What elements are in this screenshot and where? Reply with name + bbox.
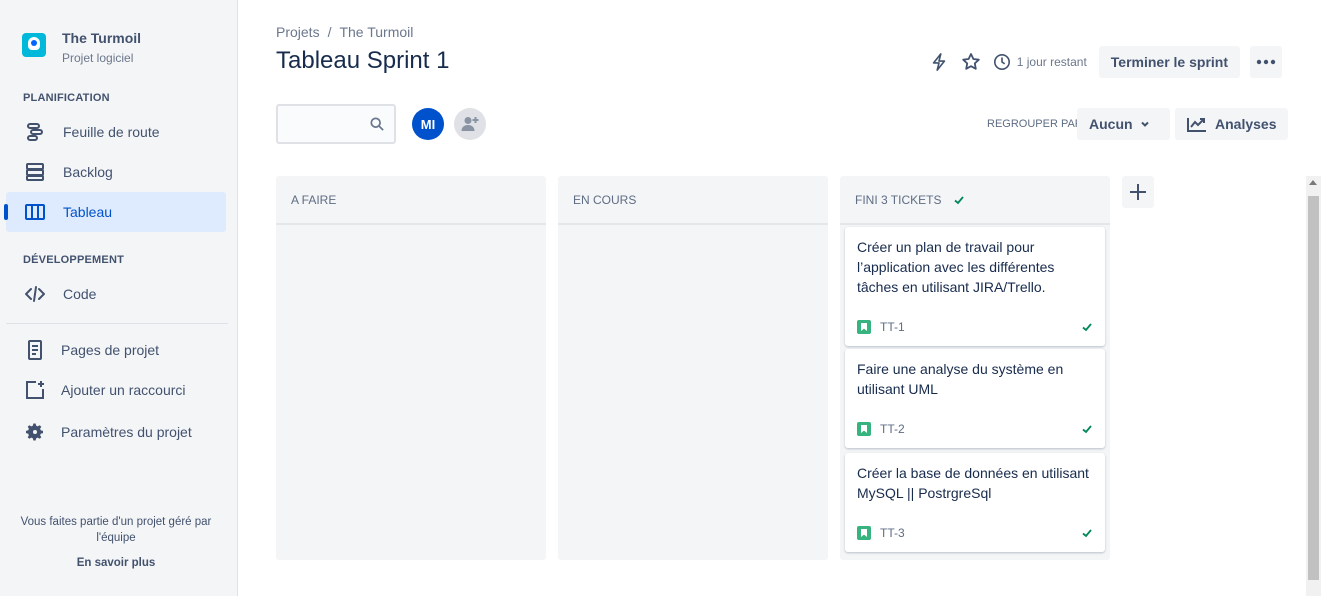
sidebar-item-settings[interactable]: Paramètres du projet [6, 412, 226, 452]
sidebar-item-board[interactable]: Tableau [4, 192, 226, 232]
sidebar-item-label: Backlog [63, 164, 113, 180]
done-check-icon [1082, 323, 1092, 332]
column-title: FINI 3 TICKETS [855, 192, 942, 207]
board-column-done: FINI 3 TICKETS Créer un plan de travail … [840, 176, 1110, 560]
sprint-time-left: 1 jour restant [993, 53, 1087, 71]
code-icon [25, 286, 45, 302]
done-check-icon [1082, 425, 1092, 434]
breadcrumb-separator: / [327, 24, 332, 40]
group-by-select[interactable]: Aucun [1077, 108, 1170, 140]
issue-card-tt-1[interactable]: Créer un plan de travail pour l’applicat… [845, 227, 1105, 346]
add-shortcut-icon [26, 381, 44, 399]
story-icon [857, 422, 871, 436]
header-actions: 1 jour restant Terminer le sprint [923, 46, 1282, 78]
issue-card-tt-3[interactable]: Créer la base de données en utilisant My… [845, 453, 1105, 552]
sidebar-item-label: Tableau [63, 204, 113, 220]
add-column-button[interactable] [1122, 176, 1154, 208]
issue-summary: Faire une analyse du système en utilisan… [857, 361, 1064, 397]
more-icon [1256, 59, 1276, 65]
group-by-label: REGROUPER PAR [987, 118, 1083, 130]
sidebar-item-project-pages[interactable]: Pages de projet [6, 330, 226, 370]
board-icon [25, 204, 45, 220]
page-title: Tableau Sprint 1 [276, 47, 450, 74]
story-icon [857, 320, 871, 334]
sidebar-item-label: Code [63, 286, 97, 302]
sidebar-item-label: Pages de projet [61, 342, 160, 358]
project-type: Projet logiciel [62, 51, 134, 65]
column-title: A FAIRE [291, 192, 337, 207]
analyses-label: Analyses [1215, 116, 1277, 132]
lightning-icon [932, 53, 945, 71]
issue-key[interactable]: TT-1 [880, 320, 905, 334]
complete-sprint-button[interactable]: Terminer le sprint [1098, 46, 1240, 78]
sidebar-item-label: Feuille de route [63, 124, 160, 140]
backlog-icon [26, 163, 44, 181]
column-header[interactable]: A FAIRE [276, 176, 546, 225]
roadmap-icon [27, 123, 43, 141]
check-icon [954, 195, 965, 204]
star-icon [962, 53, 980, 70]
search-icon [370, 117, 384, 131]
section-title-planning: PLANIFICATION [23, 92, 110, 104]
team-managed-note: Vous faites partie d'un projet géré par … [20, 516, 212, 544]
plus-icon [1130, 184, 1146, 200]
issue-summary: Créer un plan de travail pour l’applicat… [857, 239, 1055, 295]
sidebar-divider [6, 323, 228, 324]
scroll-up-icon[interactable] [1309, 180, 1317, 185]
sidebar-item-add-shortcut[interactable]: Ajouter un raccourci [6, 370, 226, 410]
breadcrumb-project[interactable]: The Turmoil [339, 24, 413, 40]
done-check-icon [1082, 529, 1092, 538]
project-avatar-icon [22, 33, 46, 57]
issue-key[interactable]: TT-3 [880, 526, 905, 540]
add-person-icon [461, 117, 479, 131]
avatar[interactable]: MI [412, 108, 444, 140]
scrollbar-thumb[interactable] [1308, 196, 1319, 580]
sidebar-item-backlog[interactable]: Backlog [6, 152, 226, 192]
star-button[interactable] [955, 46, 987, 78]
issue-key[interactable]: TT-2 [880, 422, 905, 436]
automation-button[interactable] [923, 46, 955, 78]
column-header[interactable]: FINI 3 TICKETS [840, 176, 1110, 225]
chart-trend-icon [1187, 118, 1206, 132]
breadcrumb: Projets / The Turmoil [276, 24, 413, 40]
column-title: EN COURS [573, 192, 637, 207]
column-header[interactable]: EN COURS [558, 176, 828, 225]
group-by-value: Aucun [1089, 116, 1133, 132]
search-box[interactable] [276, 104, 396, 144]
board-scrollbar[interactable] [1306, 176, 1321, 596]
time-left-text: 1 jour restant [1016, 55, 1087, 69]
story-icon [857, 526, 871, 540]
project-name: The Turmoil [62, 30, 142, 46]
search-input[interactable] [278, 106, 368, 142]
board-column-todo: A FAIRE [276, 176, 546, 560]
board-column-in-progress: EN COURS [558, 176, 828, 560]
add-people-button[interactable] [454, 108, 486, 140]
clock-icon [993, 53, 1010, 71]
page-icon [28, 340, 42, 360]
sidebar-item-roadmap[interactable]: Feuille de route [6, 112, 226, 152]
sidebar: The Turmoil Projet logiciel PLANIFICATIO… [0, 0, 238, 596]
breadcrumb-projects[interactable]: Projets [276, 24, 320, 40]
issue-summary: Créer la base de données en utilisant My… [857, 465, 1089, 501]
learn-more-link[interactable]: En savoir plus [10, 557, 222, 569]
section-title-development: DÉVELOPPEMENT [23, 254, 125, 266]
analyses-button[interactable]: Analyses [1175, 108, 1289, 140]
issue-card-tt-2[interactable]: Faire une analyse du système en utilisan… [845, 349, 1105, 448]
chevron-down-icon [1140, 121, 1149, 127]
sidebar-item-label: Ajouter un raccourci [61, 382, 186, 398]
sidebar-item-code[interactable]: Code [6, 274, 226, 314]
gear-icon [26, 423, 43, 441]
more-actions-button[interactable] [1250, 46, 1282, 78]
project-header[interactable]: The Turmoil Projet logiciel [22, 30, 141, 65]
sidebar-item-label: Paramètres du projet [61, 424, 192, 440]
